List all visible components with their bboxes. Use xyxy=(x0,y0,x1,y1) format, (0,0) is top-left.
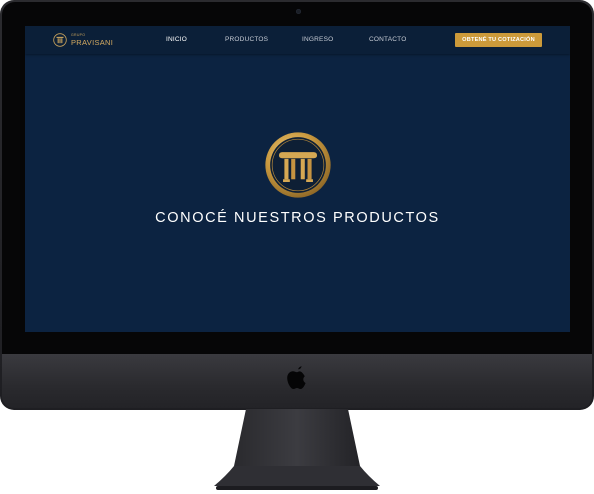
nav-link-ingreso[interactable]: INGRESO xyxy=(302,36,333,43)
get-quote-button[interactable]: OBTENÉ TU COTIZACIÓN xyxy=(455,33,542,47)
webcam xyxy=(296,9,301,14)
pillar-emblem-icon xyxy=(265,132,331,198)
pillar-logo-icon xyxy=(53,33,67,47)
apple-logo-icon xyxy=(287,366,306,389)
top-navbar: GRUPO PRAVISANI INICIO PRODUCTOS INGRESO… xyxy=(25,26,570,54)
website-screen: GRUPO PRAVISANI INICIO PRODUCTOS INGRESO… xyxy=(25,26,570,332)
nav-link-contacto[interactable]: CONTACTO xyxy=(369,36,406,43)
nav-link-inicio[interactable]: INICIO xyxy=(166,36,187,43)
brand-name-label: PRAVISANI xyxy=(71,37,114,47)
brand-group-label: GRUPO xyxy=(71,33,86,37)
nav-link-productos[interactable]: PRODUCTOS xyxy=(225,36,268,43)
brand-logo[interactable]: GRUPO PRAVISANI xyxy=(53,32,113,48)
hero-title: CONOCÉ NUESTROS PRODUCTOS xyxy=(155,210,440,226)
